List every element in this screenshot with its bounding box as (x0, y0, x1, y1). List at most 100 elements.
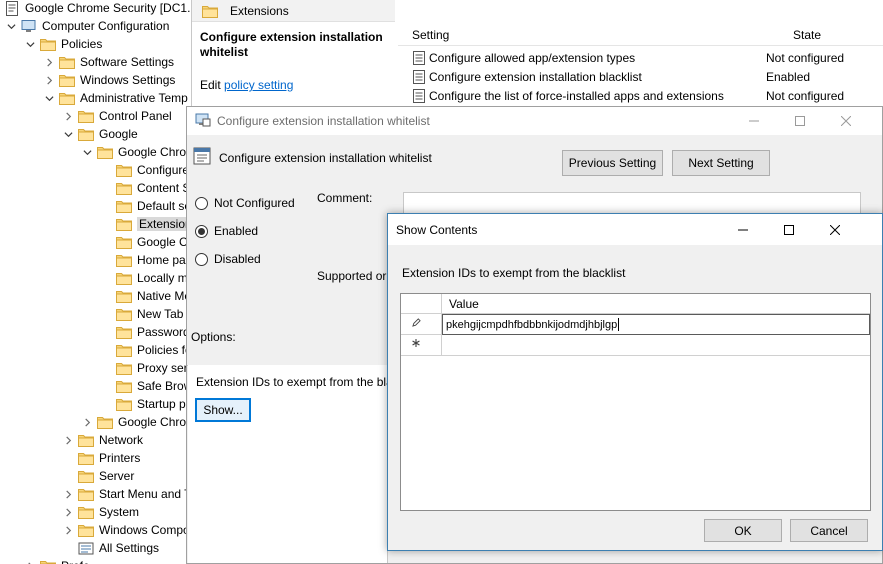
tree-item[interactable]: Safe Brow (100, 377, 192, 395)
tree-item[interactable]: Extension (100, 215, 191, 233)
chevron-right-icon[interactable] (62, 506, 74, 518)
show-button[interactable]: Show... (195, 398, 251, 422)
tree-item[interactable]: All Settings (62, 539, 159, 557)
tree-item[interactable]: Google (62, 125, 138, 143)
chevron-right-icon[interactable] (43, 56, 55, 68)
tree-item[interactable]: Google Chro (81, 413, 186, 431)
chevron-down-icon[interactable] (62, 128, 74, 140)
tree-item[interactable]: Home pa (100, 251, 186, 269)
chevron-down-icon[interactable] (5, 20, 17, 32)
settings-list-header: Setting State (398, 26, 883, 46)
radio-disabled[interactable]: Disabled (195, 252, 261, 266)
setting-name: Configure extension installation blackli… (429, 70, 642, 84)
chevron-right-icon[interactable] (24, 560, 36, 564)
cancel-button[interactable]: Cancel (790, 519, 868, 542)
folder-icon (59, 74, 75, 87)
tree-item[interactable]: Windows Settings (43, 71, 175, 89)
chevron-down-icon[interactable] (43, 92, 55, 104)
close-button[interactable] (812, 214, 858, 245)
grid-row[interactable]: pkehgijcmpdhfbdbbnkijodmdjhbjlgp (401, 314, 870, 335)
chevron-right-icon[interactable] (81, 416, 93, 428)
computer-icon (21, 20, 37, 32)
tree-item[interactable]: New Tab (100, 305, 183, 323)
folder-icon (116, 182, 132, 195)
tree-item[interactable]: Control Panel (62, 107, 172, 125)
setting-state: Not configured (766, 89, 845, 103)
setting-row[interactable]: Configure allowed app/extension types No… (412, 49, 882, 67)
column-header-setting[interactable]: Setting (412, 28, 449, 42)
tree-item[interactable]: Prefe (24, 557, 90, 564)
policy-setting-link[interactable]: policy setting (224, 78, 293, 92)
tree-item[interactable]: System (62, 503, 139, 521)
folder-icon (116, 272, 132, 285)
edit-prefix: Edit (200, 78, 221, 92)
radio-not-configured[interactable]: Not Configured (195, 196, 295, 210)
chevron-right-icon[interactable] (62, 488, 74, 500)
next-setting-button[interactable]: Next Setting (672, 150, 770, 176)
folder-icon (78, 452, 94, 465)
chevron-right-icon[interactable] (62, 524, 74, 536)
setting-row[interactable]: Configure extension installation blackli… (412, 68, 882, 86)
tree-item-label: System (99, 505, 140, 519)
tree-item[interactable]: Default se (100, 197, 191, 215)
chevron-right-icon[interactable] (62, 434, 74, 446)
values-grid[interactable]: Value pkehgijcmpdhfbdbbnkijodmdjhbjlgp (400, 293, 871, 511)
tree-item[interactable]: Locally m (100, 269, 188, 287)
policy-setting-icon (412, 51, 426, 65)
value-cell-empty[interactable] (442, 335, 870, 356)
tree-item[interactable]: Startup pa (100, 395, 192, 413)
tree-item[interactable]: Windows Compo (62, 521, 190, 539)
show-contents-dialog: Show Contents Extension IDs to exempt fr… (387, 213, 883, 551)
tree-item[interactable]: Configure (100, 161, 189, 179)
maximize-button[interactable] (777, 107, 823, 135)
tree-item[interactable]: Printers (62, 449, 140, 467)
tree-item[interactable]: Server (62, 467, 134, 485)
tree-item-label: Control Panel (99, 109, 172, 123)
tree-item-label: Content S (137, 181, 191, 195)
show-contents-title: Show Contents (396, 222, 478, 237)
previous-setting-button[interactable]: Previous Setting (562, 150, 663, 176)
policy-dialog-title: Configure extension installation whiteli… (217, 114, 430, 128)
chevron-right-icon[interactable] (62, 110, 74, 122)
options-label: Options: (191, 330, 236, 344)
maximize-button[interactable] (766, 214, 812, 245)
tree-item-label: Safe Brow (137, 379, 192, 393)
tree-item-label: Startup pa (137, 397, 192, 411)
ok-button[interactable]: OK (704, 519, 782, 542)
tree-item[interactable]: Google Chro (81, 143, 186, 161)
tree-item[interactable]: Policies fo (100, 341, 191, 359)
tree-item[interactable]: Native Me (100, 287, 191, 305)
value-cell-editing[interactable]: pkehgijcmpdhfbdbbnkijodmdjhbjlgp (442, 314, 870, 335)
chevron-right-icon[interactable] (43, 74, 55, 86)
tree-item[interactable]: Start Menu and T (62, 485, 191, 503)
radio-enabled[interactable]: Enabled (195, 224, 258, 238)
column-header-state[interactable]: State (793, 28, 821, 42)
tree-pane[interactable]: Google Chrome Security [DC1.C Computer Co… (0, 0, 192, 564)
close-button[interactable] (823, 107, 869, 135)
description-pane: Configure extension installation whiteli… (192, 22, 398, 112)
tree-item[interactable]: Software Settings (43, 53, 174, 71)
chevron-down-icon[interactable] (24, 38, 36, 50)
tree-item[interactable]: Policies (24, 35, 102, 53)
minimize-button[interactable] (731, 107, 777, 135)
tree-item[interactable]: Network (62, 431, 143, 449)
tree-item[interactable]: Computer Configuration (5, 17, 169, 35)
tree-item[interactable]: Google Chrome Security [DC1.C (5, 0, 191, 17)
chevron-down-icon[interactable] (81, 146, 93, 158)
tree-item-label: Google (99, 127, 138, 141)
grid-row-new[interactable] (401, 335, 870, 356)
tree-item[interactable]: Proxy serv (100, 359, 191, 377)
tree-item[interactable]: Administrative Temp (43, 89, 188, 107)
column-header-value[interactable]: Value (449, 297, 479, 311)
tree-item[interactable]: Content S (100, 179, 190, 197)
tree-item[interactable]: Password (100, 323, 190, 341)
setting-row[interactable]: Configure the list of force-installed ap… (412, 87, 882, 105)
asterisk-icon (410, 339, 422, 350)
tree-item[interactable]: Google C (100, 233, 188, 251)
minimize-button[interactable] (720, 214, 766, 245)
